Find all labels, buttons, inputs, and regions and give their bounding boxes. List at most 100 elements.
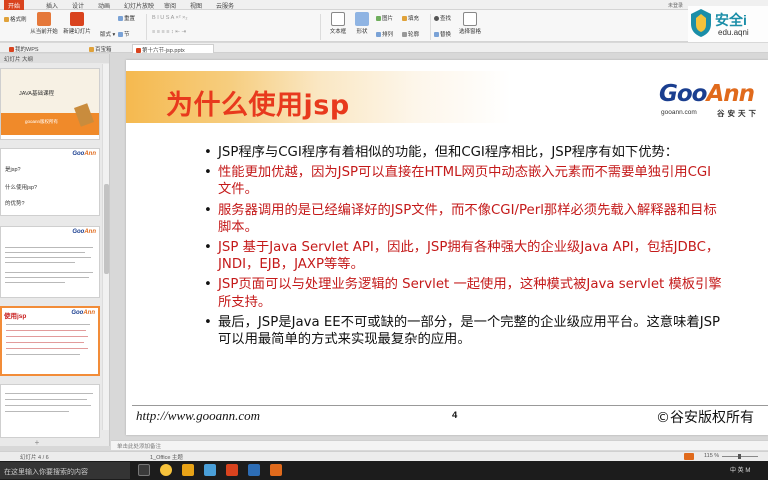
thumb-text-line: [5, 252, 85, 253]
tab-current-document[interactable]: 第十六节-jsp.pptx: [132, 44, 214, 54]
zoom-slider-handle[interactable]: [738, 454, 741, 459]
shape-icon: [355, 12, 369, 26]
taskbar-search-placeholder: 在这里输入你要搜索的内容: [4, 469, 88, 476]
tab-review[interactable]: 审阅: [164, 1, 176, 10]
select-pane-button[interactable]: 选择窗格: [456, 12, 484, 35]
scrollbar-thumb[interactable]: [104, 184, 109, 274]
new-slide-button[interactable]: 新建幻灯片: [62, 12, 92, 35]
tab-insert[interactable]: 插入: [46, 1, 58, 10]
thumb-text-line: [5, 393, 93, 394]
tab-document-label: 第十六节-jsp.pptx: [142, 48, 185, 54]
tab-home[interactable]: 开始: [4, 0, 25, 10]
section-icon: [118, 32, 123, 37]
logo-url: gooann.com: [661, 109, 697, 116]
add-slide-button[interactable]: +: [30, 439, 44, 447]
picture-button[interactable]: 图片: [376, 14, 393, 22]
tab-view[interactable]: 视图: [190, 1, 202, 10]
toolbox-icon: [89, 47, 94, 52]
slide-thumbnail-3[interactable]: GooAnn: [0, 226, 100, 298]
thumb-item: 什么使用jsp?: [5, 185, 38, 191]
slide-thumbnail-2[interactable]: GooAnn 是jsp? 什么使用jsp? 的优势?: [0, 148, 100, 216]
thumbnail-scrollbar[interactable]: [102, 64, 109, 430]
slideshow-play-button[interactable]: [684, 453, 694, 460]
slide-thumbnail-5[interactable]: [0, 384, 100, 438]
brush-icon: [4, 17, 9, 22]
bullet-item: JSP 基于Java Servlet API，因此，JSP拥有各种强大的企业级J…: [204, 239, 724, 273]
file-explorer-icon[interactable]: [182, 464, 194, 476]
picture-icon: [376, 16, 381, 21]
paragraph-controls[interactable]: ≡ ≡ ≡ ≡ ↕ ⇤ ⇥: [152, 29, 186, 35]
bullet-list[interactable]: JSP程序与CGI程序有着相似的功能，但和CGI程序相比，JSP程序有如下优势：…: [204, 144, 724, 351]
slide-counter: 幻灯片 4 / 6: [20, 455, 49, 461]
title-band: 为什么使用jsp GooAnn gooann.com 谷安天下: [126, 71, 768, 123]
app-icon[interactable]: [270, 464, 282, 476]
wps-icon: [9, 47, 14, 52]
app-icon[interactable]: [248, 464, 260, 476]
bullet-item: 性能更加优越，因为JSP可以直接在HTML网页中动态嵌入元素而不需要单独引用CG…: [204, 164, 724, 198]
find-button[interactable]: 查找: [434, 14, 451, 22]
section-button[interactable]: 节: [118, 30, 130, 38]
status-bar: 幻灯片 4 / 6 1_Office 主题 115 %: [0, 451, 768, 461]
system-tray[interactable]: 中 英 M: [730, 465, 750, 474]
tab-design[interactable]: 设计: [72, 1, 84, 10]
taskbar-search[interactable]: 在这里输入你要搜索的内容: [0, 462, 130, 479]
from-current-button[interactable]: 从当前开始: [30, 12, 58, 35]
thumb-logo: GooAnn: [71, 310, 95, 316]
thumb-text-line: [6, 336, 88, 337]
replace-button[interactable]: 替换: [434, 30, 451, 38]
format-painter-button[interactable]: 格式刷: [4, 15, 27, 23]
zoom-level[interactable]: 115 %: [704, 453, 719, 459]
outline-button[interactable]: 轮廓: [402, 30, 419, 38]
slide-title[interactable]: 为什么使用jsp: [166, 83, 350, 122]
tab-toolbox-label: 百宝箱: [95, 47, 112, 53]
reset-button[interactable]: 重置: [118, 14, 135, 22]
pptx-icon: [136, 48, 141, 53]
gooann-logo: GooAnn gooann.com 谷安天下: [659, 81, 768, 121]
bullet-item: JSP页面可以与处理业务逻辑的 Servlet 一起使用，这种模式被Java s…: [204, 276, 724, 310]
site-watermark: 安全i edu.aqni: [688, 6, 768, 42]
thumb-subtitle: gooann版权所有: [25, 119, 59, 124]
picture-label: 图片: [382, 16, 394, 22]
fill-button[interactable]: 填充: [402, 14, 419, 22]
thumb-text-line: [5, 277, 89, 278]
textbox-button[interactable]: 文本框: [326, 12, 350, 35]
tab-cloud[interactable]: 云服务: [216, 1, 234, 10]
ribbon-divider: [320, 14, 321, 40]
tab-animation[interactable]: 动画: [98, 1, 110, 10]
thumb-text-line: [6, 354, 80, 355]
shape-button[interactable]: 形状: [350, 12, 374, 35]
tab-toolbox[interactable]: 百宝箱: [86, 44, 115, 53]
layout-label: 版式: [100, 32, 112, 38]
ribbon-toolbar: 格式刷 从当前开始 新建幻灯片 版式 ▾ 重置 节 B I U S A ×² ×…: [0, 10, 768, 42]
app-icon[interactable]: [204, 464, 216, 476]
brand-url: edu.aqni: [718, 28, 749, 37]
notes-placeholder: 单击此处添加备注: [117, 444, 162, 450]
font-controls[interactable]: B I U S A ×² ×₂: [152, 15, 187, 21]
slide-thumbnail-4[interactable]: GooAnn 使用jsp: [0, 306, 100, 376]
tab-slideshow[interactable]: 幻灯片放映: [124, 1, 154, 10]
slide-canvas[interactable]: 为什么使用jsp GooAnn gooann.com 谷安天下 JSP程序与CG…: [126, 60, 768, 435]
thumb-text-line: [6, 330, 86, 331]
layout-button[interactable]: 版式 ▾: [100, 30, 115, 38]
user-status[interactable]: 未登录: [668, 2, 683, 9]
notes-pane[interactable]: 单击此处添加备注: [111, 440, 768, 450]
search-icon: [434, 16, 439, 21]
outline-icon: [402, 32, 407, 37]
wps-taskbar-icon[interactable]: [226, 464, 238, 476]
bullet-item: JSP程序与CGI程序有着相似的功能，但和CGI程序相比，JSP程序有如下优势：: [204, 144, 724, 161]
slide-page-number: 4: [452, 410, 458, 421]
task-view-icon[interactable]: [138, 464, 150, 476]
os-taskbar: 在这里输入你要搜索的内容 中 英 M: [0, 461, 768, 480]
thumb-text-line: [5, 272, 93, 273]
reset-label: 重置: [124, 16, 136, 22]
slide-thumbnail-1[interactable]: JAVA基础课程 gooann版权所有: [0, 68, 100, 140]
logo-ann: Ann: [706, 81, 755, 107]
chrome-icon[interactable]: [160, 464, 172, 476]
ribbon-divider: [430, 14, 431, 40]
theme-name: 1_Office 主题: [150, 455, 183, 461]
find-label: 查找: [440, 16, 452, 22]
logo-wordmark: GooAnn: [659, 81, 755, 107]
tab-my-wps[interactable]: 我的WPS: [6, 44, 42, 53]
pane-tabs[interactable]: 幻灯片 大纲: [0, 54, 109, 63]
arrange-button[interactable]: 排列: [376, 30, 393, 38]
